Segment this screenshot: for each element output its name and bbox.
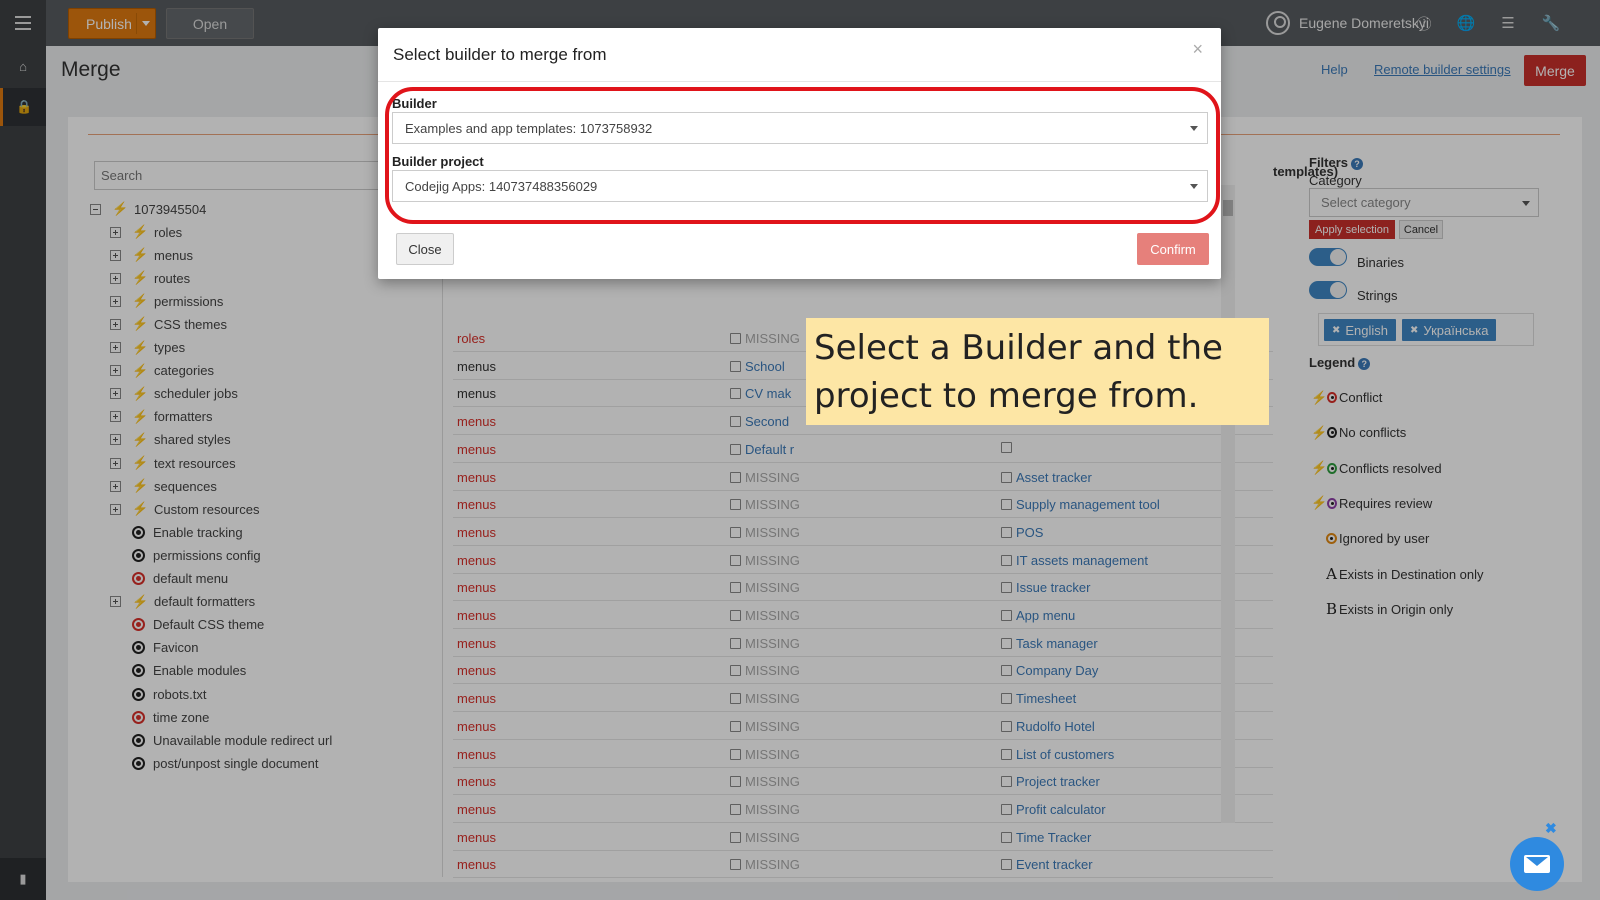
close-button[interactable]: Close (396, 233, 454, 265)
chat-button[interactable] (1510, 837, 1564, 891)
dialog-title: Select builder to merge from (393, 45, 607, 64)
close-icon[interactable]: ✖ (1545, 820, 1557, 837)
close-icon[interactable]: × (1192, 39, 1203, 60)
envelope-icon (1524, 855, 1550, 873)
tutorial-callout: Select a Builder and the project to merg… (806, 318, 1269, 425)
highlight-annotation (385, 87, 1220, 224)
confirm-button[interactable]: Confirm (1137, 233, 1209, 265)
